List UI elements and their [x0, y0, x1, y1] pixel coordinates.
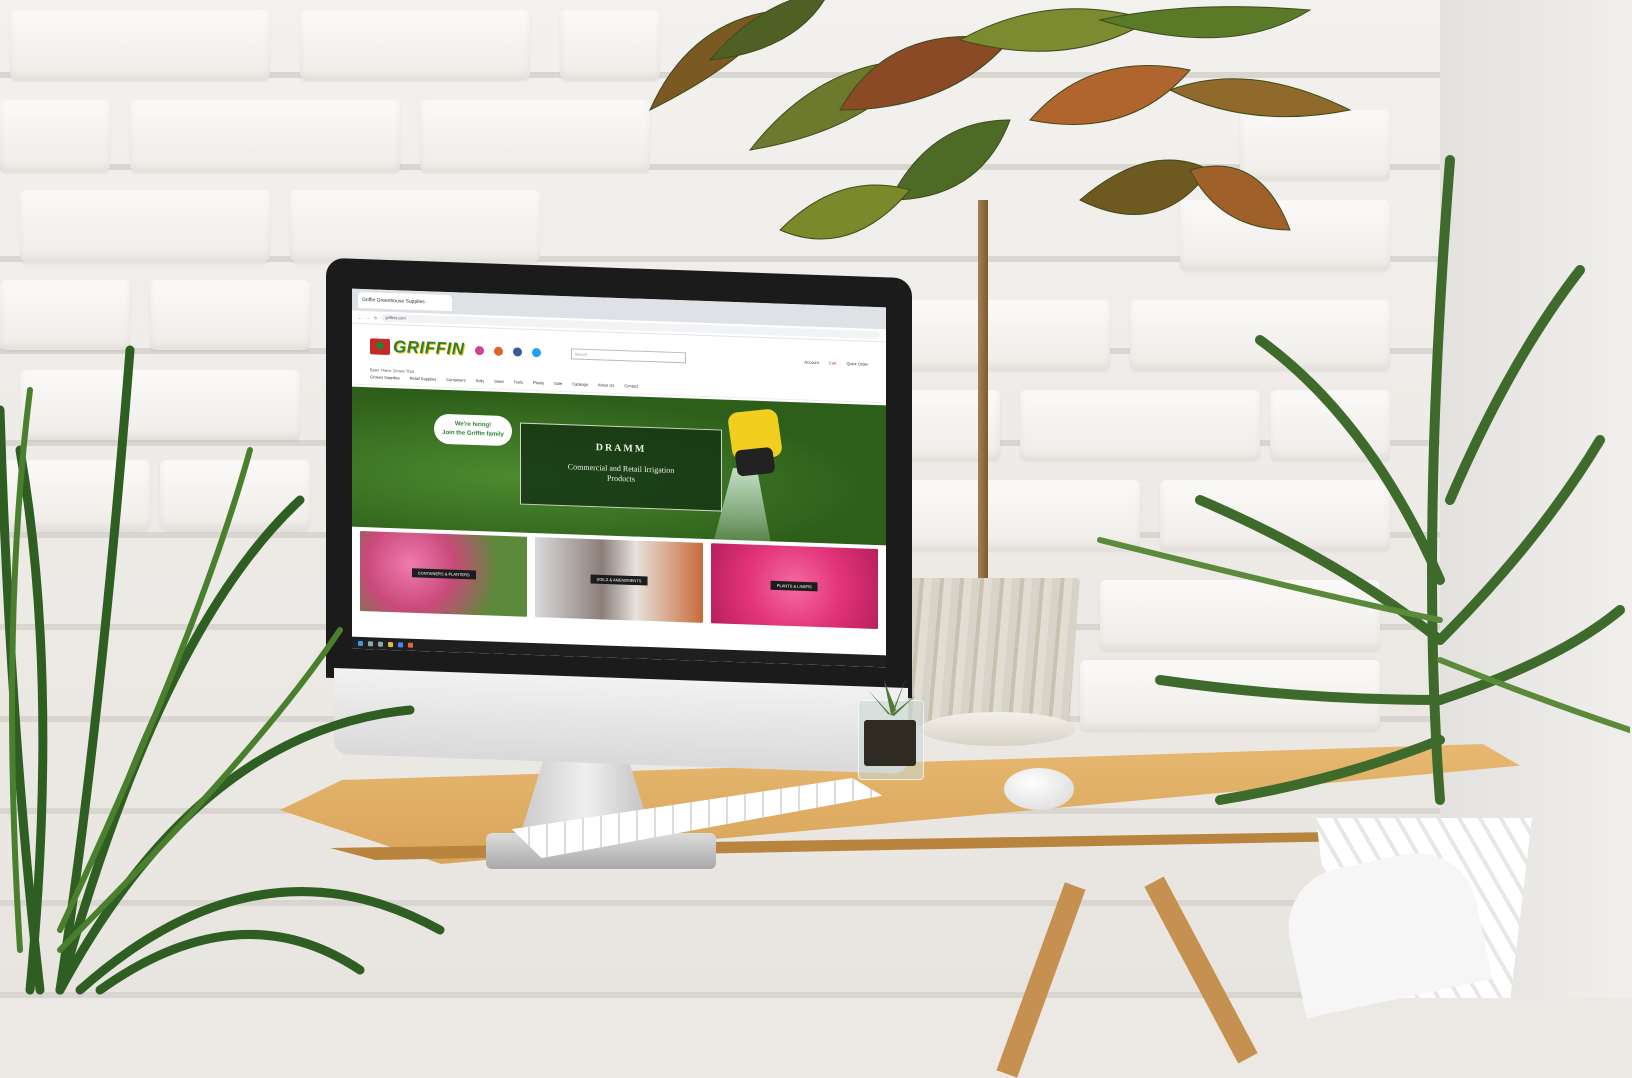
browser-tab[interactable]: Griffin Greenhouse Supplies [358, 291, 452, 312]
hero-title: DRAMM [595, 442, 647, 455]
wall-brick [420, 100, 650, 172]
wall-brick [20, 190, 270, 262]
header-links: Account Cart Quick Order [804, 359, 868, 366]
back-icon[interactable]: ← [358, 314, 362, 319]
nav-item[interactable]: Tools [514, 379, 523, 384]
instagram-icon[interactable] [474, 345, 484, 355]
account-link[interactable]: Account [804, 359, 818, 365]
quick-order-link[interactable]: Quick Order [846, 360, 868, 366]
nozzle-tip [734, 446, 776, 477]
tile-label: PLANTS & LINERS [770, 580, 818, 592]
left-foliage [0, 345, 445, 995]
facebook-icon[interactable] [512, 346, 522, 357]
reload-icon[interactable]: ↻ [374, 315, 377, 320]
hero-panel: DRAMM Commercial and Retail Irrigation P… [520, 422, 722, 512]
nav-item[interactable]: Catalogs [572, 381, 588, 387]
search-input[interactable]: Search [570, 347, 686, 363]
wall-brick [10, 10, 270, 80]
nav-item[interactable]: Contact [624, 383, 638, 388]
wall-brick [0, 100, 110, 172]
wall-brick [300, 10, 530, 80]
nav-item[interactable]: Plants [533, 379, 544, 384]
category-tile[interactable]: SOILS & AMENDMENTS [535, 537, 703, 623]
twitter-icon[interactable] [531, 347, 541, 357]
forward-icon[interactable]: → [366, 315, 370, 320]
nav-item[interactable]: About Us [598, 382, 614, 388]
nav-item[interactable]: Soils [476, 377, 485, 382]
hero-subtitle: Commercial and Retail Irrigation Product… [567, 462, 675, 484]
palm-plant [1097, 155, 1630, 805]
category-tile[interactable]: PLANTS & LINERS [710, 543, 878, 630]
succulent-soil [864, 720, 916, 766]
pinterest-icon[interactable] [493, 346, 503, 356]
nav-item[interactable]: Seed [494, 378, 503, 383]
wall-brick [290, 190, 540, 262]
hose-nozzle-image [722, 400, 784, 522]
cart-link[interactable]: Cart [829, 360, 837, 365]
tile-label: SOILS & AMENDMENTS [590, 574, 648, 586]
succulent-plant [868, 678, 916, 716]
nav-item[interactable]: Sale [554, 380, 562, 385]
wall-brick [130, 100, 400, 172]
